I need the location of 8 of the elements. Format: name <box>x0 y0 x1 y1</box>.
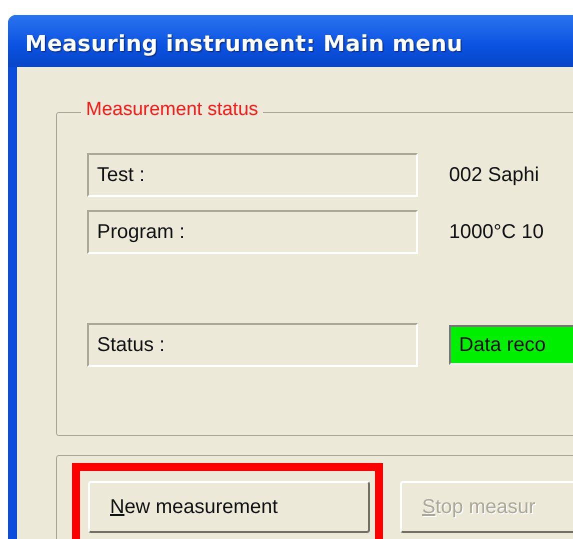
window-title: Measuring instrument: Main menu <box>25 32 463 56</box>
field-label: Program : <box>87 210 418 254</box>
new-measurement-button[interactable]: New measurement <box>88 481 370 533</box>
field-value: 002 Saphi <box>449 164 540 186</box>
field-value: 1000°C 10 <box>449 220 544 244</box>
field-label: Test : <box>87 153 418 197</box>
status-indicator: Data reco <box>449 325 573 365</box>
field-label: Status : <box>87 323 418 367</box>
